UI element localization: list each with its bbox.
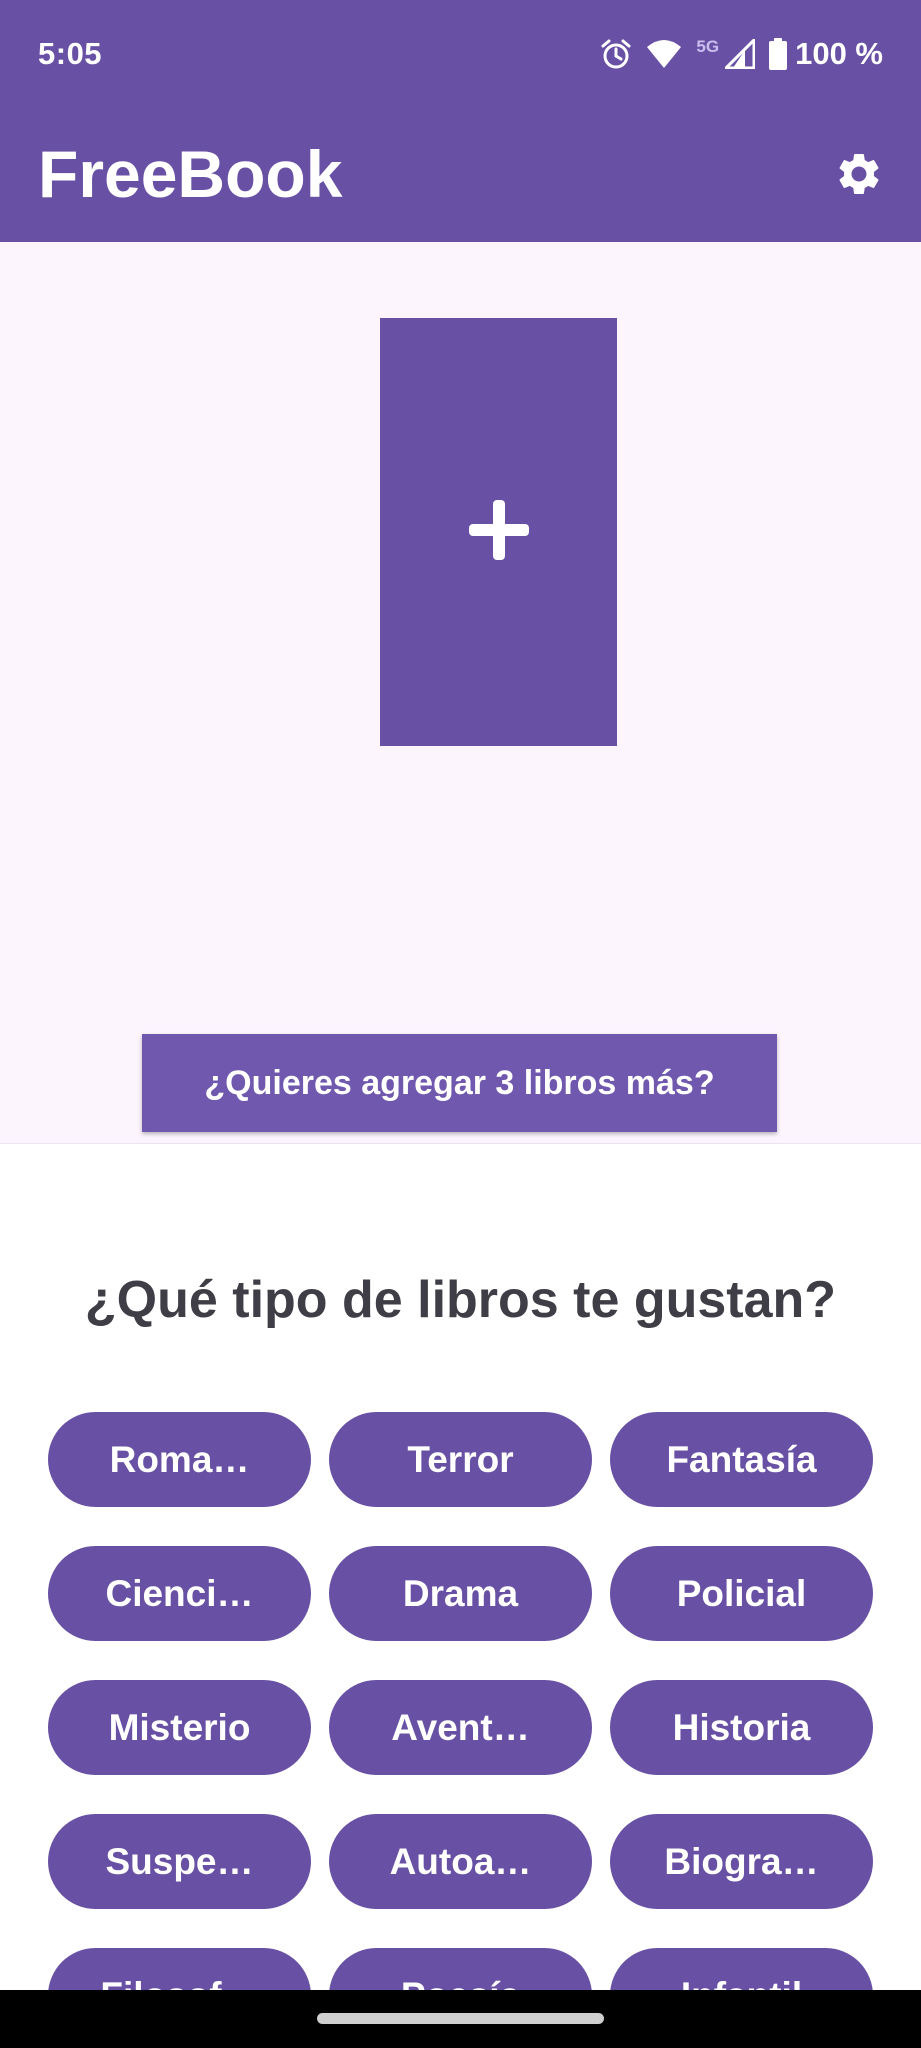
- genre-chip[interactable]: Terror: [329, 1412, 592, 1507]
- genre-title: ¿Qué tipo de libros te gustan?: [84, 1271, 837, 1329]
- genre-chip[interactable]: Suspe…: [48, 1814, 311, 1909]
- book-area: ¿Quieres agregar 3 libros más?: [0, 242, 921, 1144]
- genre-chip[interactable]: Fantasía: [610, 1412, 873, 1507]
- settings-button[interactable]: [825, 142, 893, 210]
- network-type-label: 5G: [696, 37, 720, 56]
- system-navigation-bar: [0, 1990, 921, 2048]
- genre-chip[interactable]: Drama: [329, 1546, 592, 1641]
- status-time: 5:05: [38, 36, 103, 71]
- app-title: FreeBook: [38, 137, 343, 211]
- genre-chip[interactable]: Historia: [610, 1680, 873, 1775]
- battery-icon: [769, 38, 788, 70]
- status-bar: 5:05 5G 100 %: [0, 0, 921, 110]
- home-gesture-handle[interactable]: [317, 2013, 604, 2024]
- genre-section: ¿Qué tipo de libros te gustan? Roma… Ter…: [0, 1145, 921, 1990]
- genre-chip[interactable]: Policial: [610, 1546, 873, 1641]
- genre-chip[interactable]: Infantil: [610, 1948, 873, 1990]
- add-more-books-button[interactable]: ¿Quieres agregar 3 libros más?: [142, 1034, 777, 1132]
- cellular-signal-icon: [725, 39, 756, 69]
- genre-chip[interactable]: Avent…: [329, 1680, 592, 1775]
- genre-chip[interactable]: Autoa…: [329, 1814, 592, 1909]
- battery-percentage: 100 %: [795, 36, 883, 71]
- status-icons: 5G 100 %: [600, 36, 883, 72]
- genre-chip[interactable]: Cienci…: [48, 1546, 311, 1641]
- genre-chip[interactable]: Misterio: [48, 1680, 311, 1775]
- wifi-icon: [646, 39, 682, 69]
- genre-chip[interactable]: Filosof…: [48, 1948, 311, 1990]
- genre-chip[interactable]: Biogra…: [610, 1814, 873, 1909]
- genre-chip[interactable]: Roma…: [48, 1412, 311, 1507]
- plus-icon: [467, 498, 531, 567]
- alarm-icon: [600, 38, 632, 70]
- gear-icon: [834, 149, 884, 204]
- add-book-button[interactable]: [380, 318, 617, 746]
- genre-chip[interactable]: Poesía: [329, 1948, 592, 1990]
- genre-grid: Roma… Terror Fantasía Cienci… Drama Poli…: [48, 1412, 873, 1990]
- app-bar: FreeBook: [0, 110, 921, 242]
